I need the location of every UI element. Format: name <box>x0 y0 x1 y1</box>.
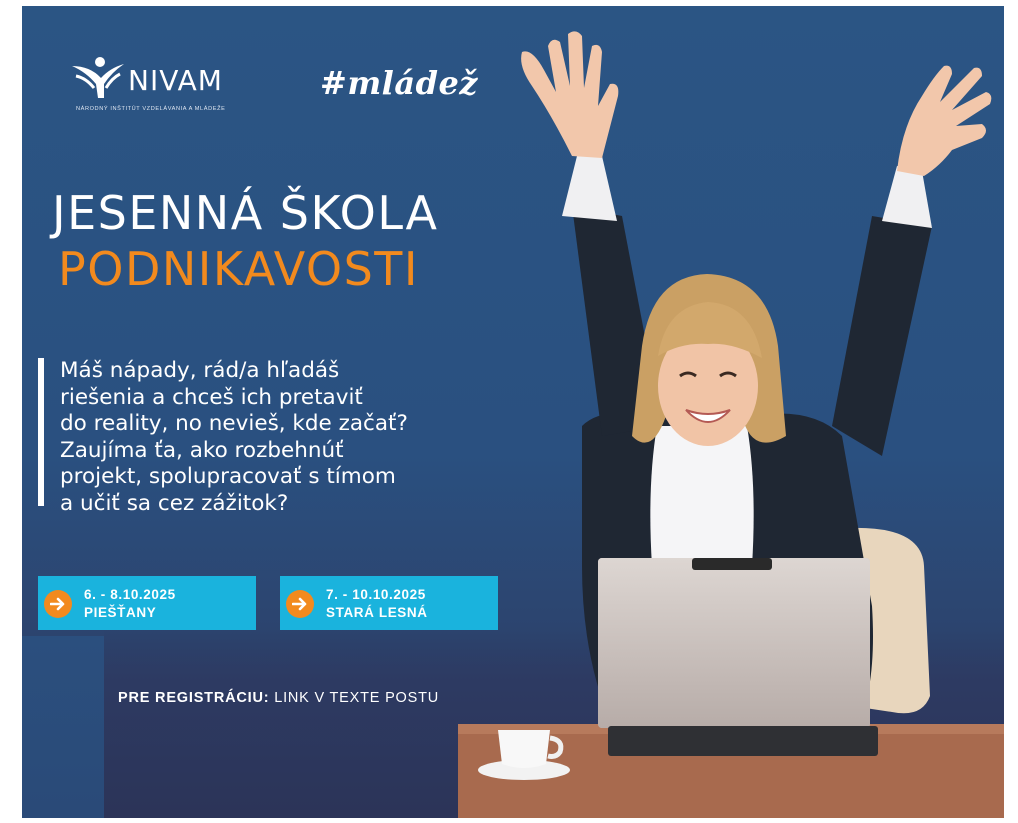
headline-line-1: JESENNÁ ŠKOLA <box>52 186 439 240</box>
logo-wordmark: NIVAM <box>128 64 223 97</box>
body-line: a učiť sa cez zážitok? <box>60 490 289 516</box>
body-text: Máš nápady, rád/a hľadáš riešenia a chce… <box>60 358 500 517</box>
poster: NIVAM NÁRODNÝ INŠTITÚT VZDELÁVANIA A MLÁ… <box>22 6 1004 818</box>
registration-text: LINK V TEXTE POSTU <box>274 690 440 706</box>
nivam-logo: NIVAM NÁRODNÝ INŠTITÚT VZDELÁVANIA A MLÁ… <box>70 50 250 120</box>
event-text: 7. - 10.10.2025 STARÁ LESNÁ <box>326 586 428 622</box>
event-piestany-button[interactable]: 6. - 8.10.2025 PIEŠŤANY <box>38 576 256 630</box>
body-line: riešenia a chceš ich pretaviť <box>60 384 363 410</box>
body-line: Máš nápady, rád/a hľadáš <box>60 358 340 383</box>
event-stara-lesna-button[interactable]: 7. - 10.10.2025 STARÁ LESNÁ <box>280 576 498 630</box>
photo-cheering-woman-laptop <box>458 31 1004 818</box>
cup <box>498 730 550 768</box>
arrow-right-icon <box>286 590 314 618</box>
event-date: 7. - 10.10.2025 <box>326 587 426 602</box>
nivam-figure-icon <box>72 57 124 98</box>
event-place: STARÁ LESNÁ <box>326 605 428 620</box>
body-line: projekt, spolupracovať s tímom <box>60 464 396 489</box>
body-line: do reality, no nevieš, kde začať? <box>60 411 408 436</box>
shirt <box>650 426 754 566</box>
right-arm <box>832 216 932 456</box>
event-text: 6. - 8.10.2025 PIEŠŤANY <box>84 586 176 622</box>
body-line: Zaujíma ťa, ako rozbehnúť <box>60 437 344 463</box>
registration-note: PRE REGISTRÁCIU: LINK V TEXTE POSTU <box>118 690 439 706</box>
body-accent-bar <box>38 358 44 506</box>
lower-left-strip <box>22 636 104 818</box>
headline-line-2: PODNIKAVOSTI <box>58 242 419 296</box>
registration-label: PRE REGISTRÁCIU: <box>118 690 270 706</box>
event-place: PIEŠŤANY <box>84 605 157 620</box>
hashtag: #mládež <box>320 64 478 102</box>
laptop-base <box>608 726 878 756</box>
event-date: 6. - 8.10.2025 <box>84 587 176 602</box>
arrow-right-icon <box>44 590 72 618</box>
logo-subtitle: NÁRODNÝ INŠTITÚT VZDELÁVANIA A MLÁDEŽE <box>76 106 226 112</box>
